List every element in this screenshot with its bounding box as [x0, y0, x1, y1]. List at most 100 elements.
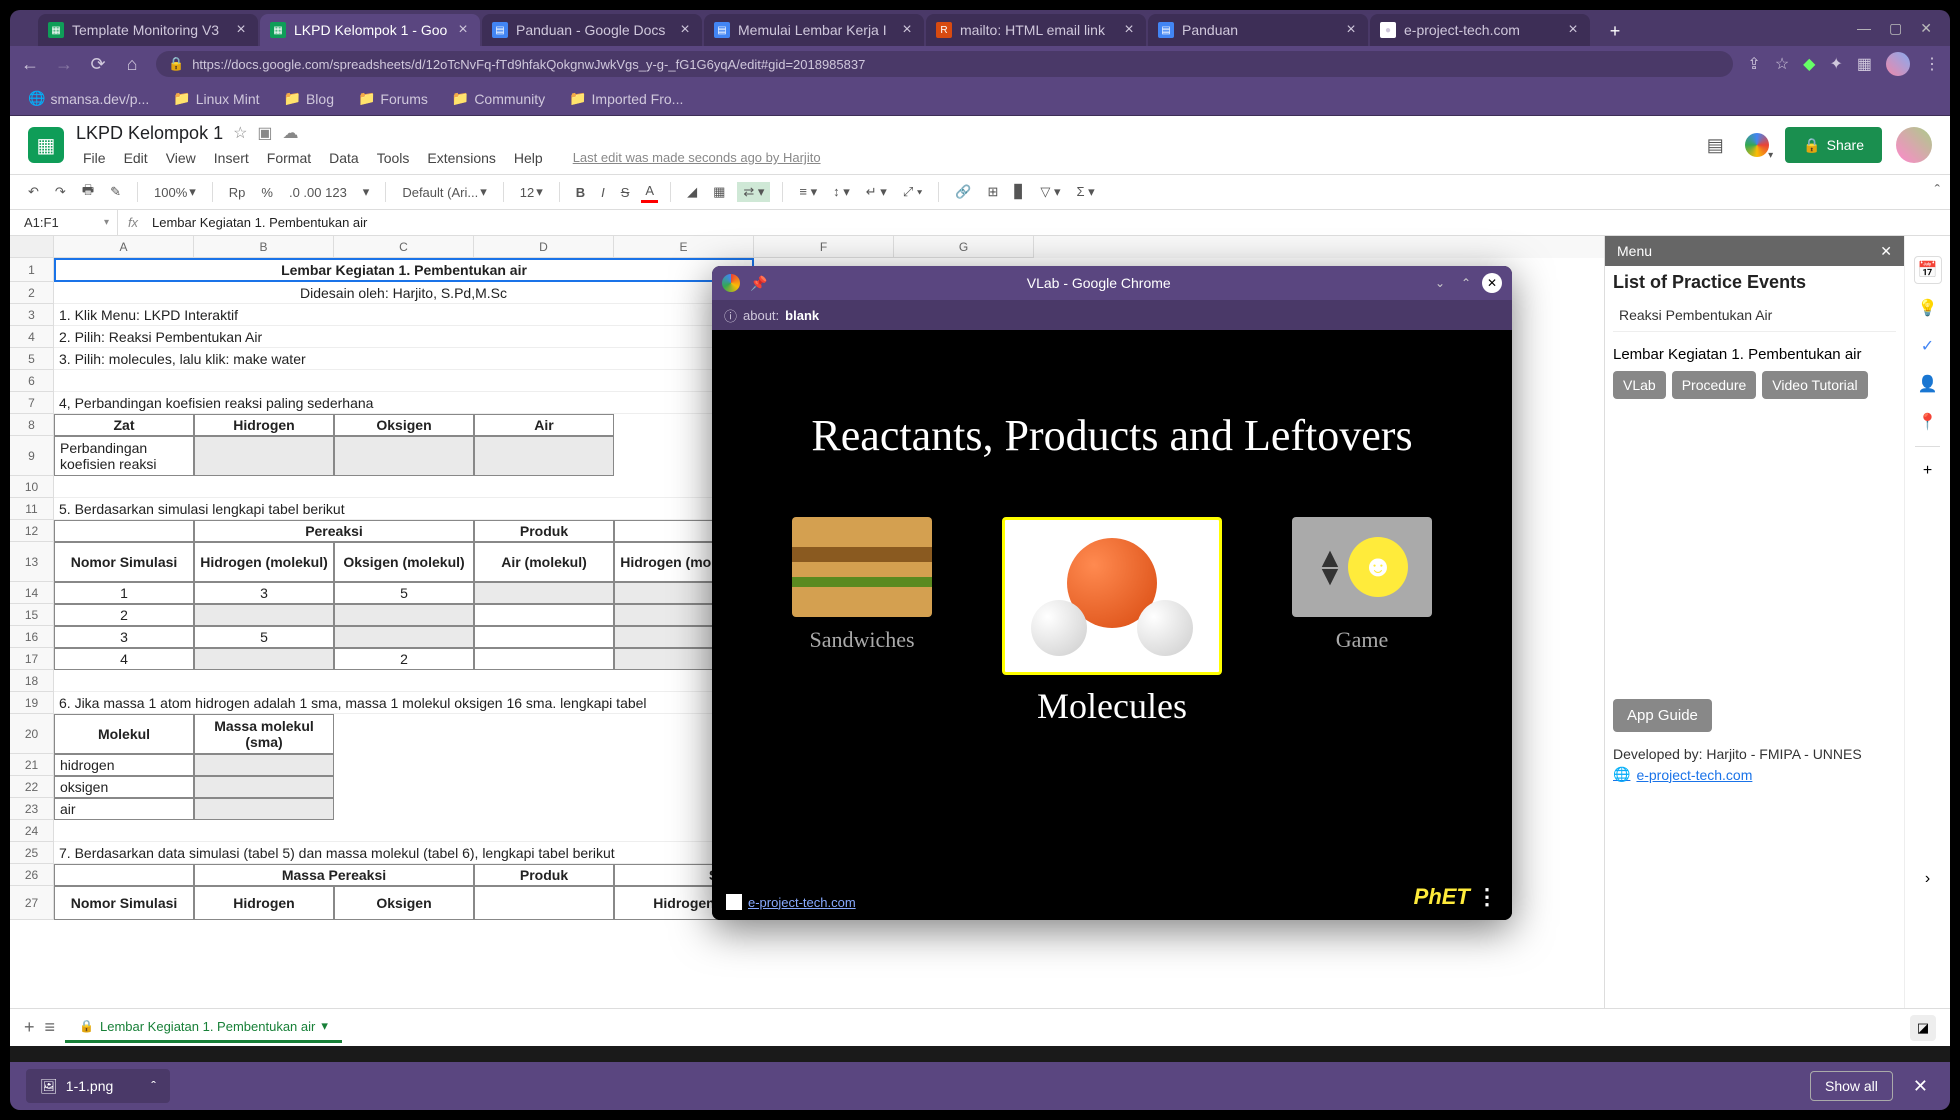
cell[interactable]: Hidrogen: [194, 414, 334, 436]
cell[interactable]: [54, 476, 754, 498]
cell[interactable]: [194, 436, 334, 476]
cell[interactable]: air: [54, 798, 194, 820]
menu-tools[interactable]: Tools: [370, 148, 417, 168]
url-input[interactable]: 🔒https://docs.google.com/spreadsheets/d/…: [156, 51, 1733, 77]
cell[interactable]: [194, 776, 334, 798]
menu-format[interactable]: Format: [260, 148, 318, 168]
cell[interactable]: 1: [54, 582, 194, 604]
molecules-option[interactable]: Molecules: [1002, 517, 1222, 727]
cell[interactable]: Produk: [474, 520, 614, 542]
italic-button[interactable]: I: [597, 183, 609, 202]
percent-button[interactable]: %: [257, 183, 277, 202]
cell[interactable]: [194, 754, 334, 776]
name-box[interactable]: A1:F1: [10, 210, 118, 235]
cell[interactable]: [334, 604, 474, 626]
game-option[interactable]: ▲▼ ☻ Game: [1292, 517, 1432, 653]
bookmark[interactable]: 📁Imported Fro...: [569, 90, 683, 107]
cell[interactable]: 5: [194, 626, 334, 648]
col-header[interactable]: E: [614, 236, 754, 258]
share-icon[interactable]: ⇪: [1747, 54, 1760, 74]
vlab-button[interactable]: VLab: [1613, 371, 1666, 399]
cell[interactable]: [54, 864, 194, 886]
bookmark[interactable]: 📁Blog: [284, 90, 334, 107]
sheets-logo-icon[interactable]: ▦: [28, 127, 64, 163]
contacts-icon[interactable]: 👤: [1914, 370, 1942, 398]
browser-tab[interactable]: ●e-project-tech.com×: [1370, 14, 1590, 46]
redo-icon[interactable]: ↷: [51, 182, 70, 202]
valign-icon[interactable]: ↕ ▾: [829, 182, 854, 202]
menu-extensions[interactable]: Extensions: [420, 148, 502, 168]
browser-tab[interactable]: ▤Panduan×: [1148, 14, 1368, 46]
link-icon[interactable]: 🔗: [951, 182, 975, 202]
new-tab-button[interactable]: +: [1600, 16, 1630, 46]
sandwiches-option[interactable]: Sandwiches: [792, 517, 932, 653]
cell[interactable]: [54, 370, 754, 392]
cell[interactable]: [474, 604, 614, 626]
practice-event-item[interactable]: Reaksi Pembentukan Air: [1613, 299, 1896, 332]
app-guide-button[interactable]: App Guide: [1613, 699, 1712, 732]
paint-icon[interactable]: ✎: [106, 182, 125, 202]
cell[interactable]: Pereaksi: [194, 520, 474, 542]
browser-tab[interactable]: Rmailto: HTML email link×: [926, 14, 1146, 46]
chevron-up-icon[interactable]: ˆ: [151, 1078, 156, 1094]
maps-icon[interactable]: 📍: [1914, 408, 1942, 436]
pin-icon[interactable]: 📌: [750, 275, 767, 292]
close-icon[interactable]: ×: [678, 23, 692, 37]
cloud-icon[interactable]: ☁: [283, 123, 299, 143]
merge-icon[interactable]: ⇄ ▾: [737, 182, 770, 202]
edit-history[interactable]: Last edit was made seconds ago by Harjit…: [566, 148, 828, 167]
col-header[interactable]: F: [754, 236, 894, 258]
cell[interactable]: [194, 798, 334, 820]
cell[interactable]: Produk: [474, 864, 614, 886]
menu-edit[interactable]: Edit: [117, 148, 155, 168]
col-header[interactable]: B: [194, 236, 334, 258]
star-icon[interactable]: ☆: [1775, 54, 1789, 74]
browser-tab[interactable]: ▤Memulai Lembar Kerja I×: [704, 14, 924, 46]
close-window-icon[interactable]: ✕: [1920, 20, 1932, 37]
download-item[interactable]: 🖼1-1.pngˆ: [26, 1069, 170, 1103]
account-avatar[interactable]: [1896, 127, 1932, 163]
cell[interactable]: [194, 648, 334, 670]
col-header[interactable]: G: [894, 236, 1034, 258]
cell[interactable]: 3: [54, 626, 194, 648]
home-icon[interactable]: ⌂: [122, 54, 142, 75]
cell[interactable]: Zat: [54, 414, 194, 436]
move-icon[interactable]: ▣: [257, 123, 272, 143]
cell[interactable]: Air (molekul): [474, 542, 614, 582]
decimals-button[interactable]: .0 .00 123: [285, 183, 351, 202]
browser-tab[interactable]: ▦Template Monitoring V3×: [38, 14, 258, 46]
font-select[interactable]: Default (Ari... ▾: [398, 182, 490, 202]
developer-link[interactable]: 🌐e-project-tech.com: [1613, 766, 1896, 783]
chevron-down-icon[interactable]: ▾: [321, 1018, 328, 1034]
menu-help[interactable]: Help: [507, 148, 550, 168]
meet-icon[interactable]: ▾: [1743, 131, 1771, 159]
cell[interactable]: [54, 520, 194, 542]
currency-button[interactable]: Rp: [225, 183, 250, 202]
col-header[interactable]: C: [334, 236, 474, 258]
collapse-side-icon[interactable]: ›: [1914, 865, 1942, 893]
cell[interactable]: 3. Pilih: molecules, lalu klik: make wat…: [54, 348, 754, 370]
popup-address-bar[interactable]: ⓘ about:blank: [712, 300, 1512, 330]
collapse-toolbar-icon[interactable]: ˆ: [1935, 183, 1940, 201]
explore-icon[interactable]: ◪: [1910, 1015, 1936, 1041]
add-addon-icon[interactable]: +: [1914, 457, 1942, 485]
bold-button[interactable]: B: [572, 183, 589, 202]
tasks-icon[interactable]: ✓: [1914, 332, 1942, 360]
calendar-icon[interactable]: 📅: [1914, 256, 1942, 284]
show-all-downloads-button[interactable]: Show all: [1810, 1071, 1893, 1101]
cell[interactable]: Perbandingan koefisien reaksi: [54, 436, 194, 476]
menu-data[interactable]: Data: [322, 148, 366, 168]
close-icon[interactable]: ×: [1566, 23, 1580, 37]
textcolor-button[interactable]: A: [641, 181, 658, 203]
document-title[interactable]: LKPD Kelompok 1: [76, 123, 223, 144]
menu-icon[interactable]: ⋮: [1924, 54, 1940, 74]
cell[interactable]: 4: [54, 648, 194, 670]
all-sheets-icon[interactable]: ≡: [45, 1017, 56, 1038]
cell[interactable]: Didesain oleh: Harjito, S.Pd, M.Sc: [54, 282, 754, 304]
minimize-icon[interactable]: ⌄: [1430, 273, 1450, 293]
cell[interactable]: [474, 436, 614, 476]
cell[interactable]: Air: [474, 414, 614, 436]
minimize-icon[interactable]: —: [1857, 20, 1871, 36]
close-icon[interactable]: ×: [1344, 23, 1358, 37]
cell[interactable]: Oksigen (molekul): [334, 542, 474, 582]
